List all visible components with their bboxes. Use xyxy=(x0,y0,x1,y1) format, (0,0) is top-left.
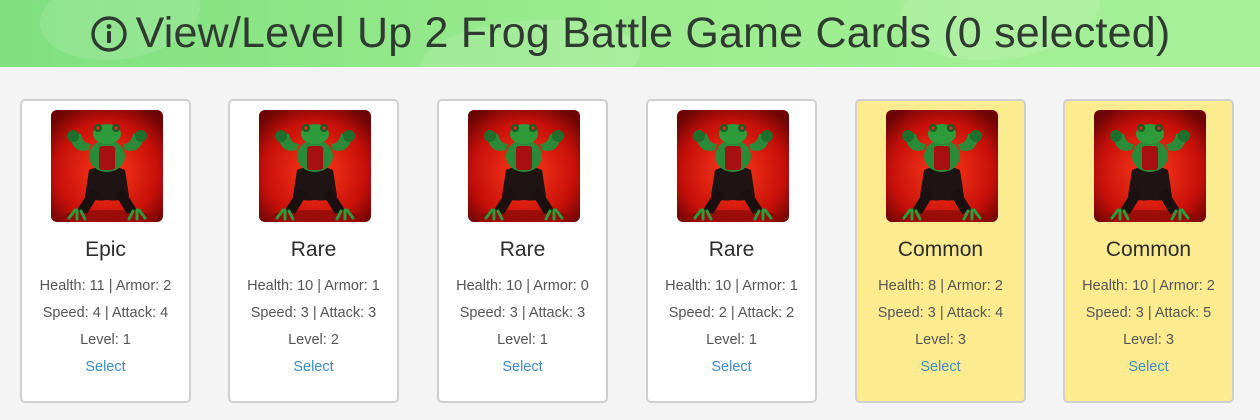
game-card[interactable]: Common Health: 8 | Armor: 2 Speed: 3 | A… xyxy=(855,99,1026,403)
card-health-armor: Health: 11 | Armor: 2 xyxy=(39,278,172,294)
card-speed-attack: Speed: 3 | Attack: 5 xyxy=(1085,305,1212,321)
page-header: View/Level Up 2 Frog Battle Game Cards (… xyxy=(0,0,1260,67)
card-health-armor: Health: 10 | Armor: 1 xyxy=(247,278,380,294)
page-title: View/Level Up 2 Frog Battle Game Cards (… xyxy=(135,9,1171,57)
info-icon[interactable] xyxy=(90,15,128,53)
card-level: Level: 1 xyxy=(80,332,131,348)
card-rarity: Rare xyxy=(499,238,546,261)
frog-card-image xyxy=(468,110,580,222)
card-rarity: Epic xyxy=(85,238,126,261)
select-link[interactable]: Select xyxy=(22,359,189,375)
select-link[interactable]: Select xyxy=(648,359,815,375)
card-health-armor: Health: 10 | Armor: 1 xyxy=(665,278,798,294)
card-speed-attack: Speed: 3 | Attack: 4 xyxy=(877,305,1004,321)
card-level: Level: 2 xyxy=(288,332,339,348)
card-rarity: Rare xyxy=(290,238,337,261)
card-health-armor: Health: 10 | Armor: 0 xyxy=(456,278,589,294)
card-rarity: Common xyxy=(1105,238,1192,261)
frog-card-image xyxy=(259,110,371,222)
select-link[interactable]: Select xyxy=(1065,359,1232,375)
card-speed-attack: Speed: 3 | Attack: 3 xyxy=(250,305,377,321)
frog-card-image xyxy=(1094,110,1206,222)
game-card[interactable]: Rare Health: 10 | Armor: 1 Speed: 3 | At… xyxy=(228,99,399,403)
card-health-armor: Health: 10 | Armor: 2 xyxy=(1082,278,1215,294)
game-card[interactable]: Common Health: 10 | Armor: 2 Speed: 3 | … xyxy=(1063,99,1234,403)
card-health-armor: Health: 8 | Armor: 2 xyxy=(878,278,1003,294)
frog-card-image xyxy=(51,110,163,222)
game-card[interactable]: Rare Health: 10 | Armor: 0 Speed: 3 | At… xyxy=(437,99,608,403)
game-card[interactable]: Rare Health: 10 | Armor: 1 Speed: 2 | At… xyxy=(646,99,817,403)
card-level: Level: 3 xyxy=(915,332,966,348)
select-link[interactable]: Select xyxy=(439,359,606,375)
frog-card-image xyxy=(886,110,998,222)
card-rarity: Rare xyxy=(708,238,755,261)
card-level: Level: 1 xyxy=(497,332,548,348)
game-card[interactable]: Epic Health: 11 | Armor: 2 Speed: 4 | At… xyxy=(20,99,191,403)
select-link[interactable]: Select xyxy=(857,359,1024,375)
card-grid: Epic Health: 11 | Armor: 2 Speed: 4 | At… xyxy=(20,99,1240,406)
card-level: Level: 3 xyxy=(1123,332,1174,348)
select-link[interactable]: Select xyxy=(230,359,397,375)
frog-card-image xyxy=(677,110,789,222)
card-rarity: Common xyxy=(897,238,984,261)
card-level: Level: 1 xyxy=(706,332,757,348)
card-speed-attack: Speed: 2 | Attack: 2 xyxy=(668,305,795,321)
card-speed-attack: Speed: 4 | Attack: 4 xyxy=(42,305,169,321)
card-speed-attack: Speed: 3 | Attack: 3 xyxy=(459,305,586,321)
